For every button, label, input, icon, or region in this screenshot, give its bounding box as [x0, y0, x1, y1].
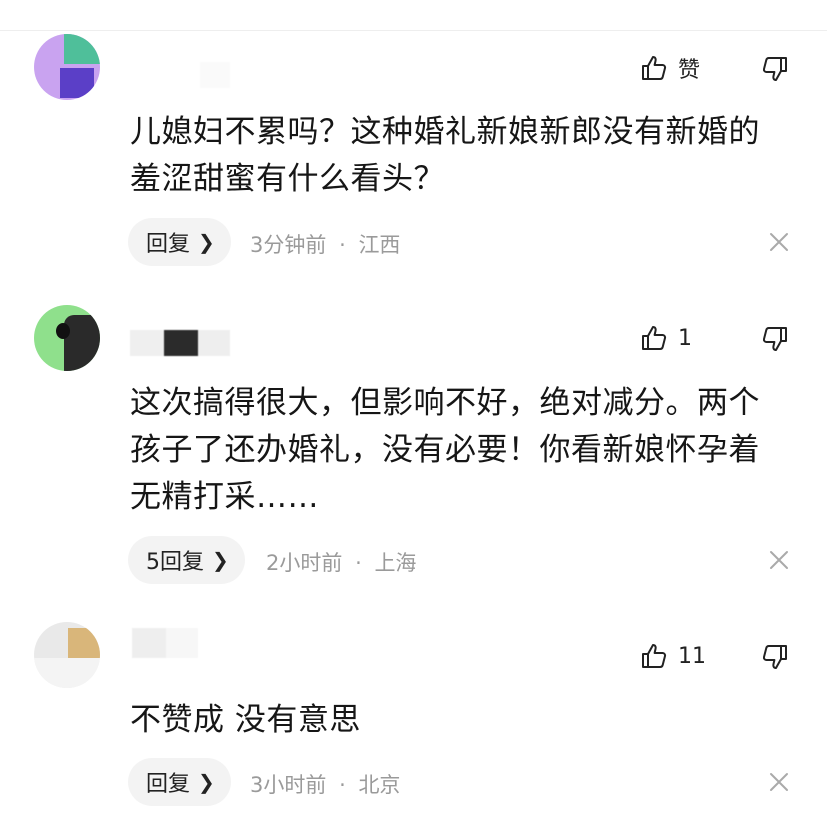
thumbs-down-icon — [760, 323, 790, 353]
dismiss-button[interactable] — [768, 231, 790, 253]
comment-time: 3分钟前 — [250, 233, 327, 257]
meta-separator: · — [339, 233, 346, 257]
chevron-right-icon: ❯ — [212, 548, 229, 572]
dislike-button[interactable] — [760, 641, 790, 671]
chevron-right-icon: ❯ — [198, 230, 215, 254]
like-button[interactable]: 赞 — [640, 52, 700, 84]
thumbs-up-icon — [640, 324, 668, 352]
reply-label: 回复 — [146, 772, 191, 797]
dislike-button[interactable] — [760, 323, 790, 353]
meta-separator: · — [355, 551, 362, 575]
comment-text: 儿媳妇不累吗？这种婚礼新娘新郎没有新婚的羞涩甜蜜有什么看头？ — [130, 114, 760, 197]
dismiss-button[interactable] — [768, 771, 790, 793]
comment-location: 江西 — [358, 233, 401, 257]
username-redacted — [200, 62, 230, 88]
thumbs-down-icon — [760, 641, 790, 671]
comment-meta: 3分钟前 · 江西 — [250, 229, 400, 259]
close-icon — [768, 771, 790, 793]
username-redacted — [130, 330, 230, 356]
reply-button[interactable]: 回复 ❯ — [128, 758, 231, 806]
comment-time: 2小时前 — [266, 551, 343, 575]
like-button[interactable]: 1 — [640, 324, 692, 352]
dislike-button[interactable] — [760, 53, 790, 83]
comment-meta: 2小时前 · 上海 — [266, 547, 416, 577]
comment-text: 这次搞得很大，但影响不好，绝对减分。两个孩子了还办婚礼，没有必要！你看新娘怀孕着… — [130, 385, 760, 515]
dismiss-button[interactable] — [768, 549, 790, 571]
chevron-right-icon: ❯ — [198, 770, 215, 794]
comment-location: 上海 — [374, 551, 417, 575]
comment-text: 不赞成 没有意思 — [130, 702, 361, 738]
avatar[interactable] — [34, 622, 100, 688]
avatar[interactable] — [34, 34, 100, 100]
reply-button[interactable]: 5回复 ❯ — [128, 536, 245, 584]
like-count: 赞 — [678, 58, 701, 83]
comment-time: 3小时前 — [250, 773, 327, 797]
thumbs-up-icon — [640, 642, 668, 670]
meta-separator: · — [339, 773, 346, 797]
avatar[interactable] — [34, 305, 100, 371]
like-button[interactable]: 11 — [640, 642, 706, 670]
reply-button[interactable]: 回复 ❯ — [128, 218, 231, 266]
thumbs-down-icon — [760, 53, 790, 83]
comment-location: 北京 — [358, 773, 401, 797]
username-redacted — [132, 628, 198, 658]
reply-label: 回复 — [146, 232, 191, 257]
like-count: 11 — [678, 643, 706, 669]
close-icon — [768, 231, 790, 253]
comment-meta: 3小时前 · 北京 — [250, 769, 400, 799]
reply-label: 5回复 — [146, 550, 204, 575]
top-divider — [0, 30, 827, 31]
thumbs-up-icon — [640, 54, 668, 82]
close-icon — [768, 549, 790, 571]
like-count: 1 — [678, 325, 692, 351]
